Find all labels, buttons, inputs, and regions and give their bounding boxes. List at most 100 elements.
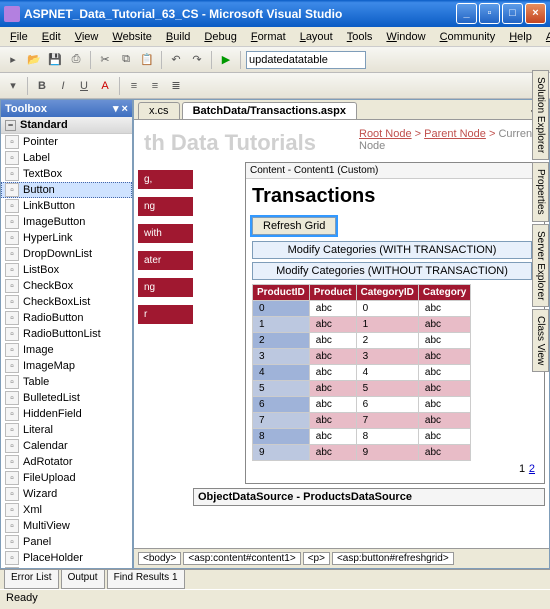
align-left-icon[interactable]: ≡ — [125, 77, 143, 95]
breadcrumb-root[interactable]: Root Node — [359, 128, 412, 140]
toolbox-item-fileupload[interactable]: ▫FileUpload — [1, 470, 132, 486]
toolbox-item-imagebutton[interactable]: ▫ImageButton — [1, 214, 132, 230]
save-all-icon[interactable]: ⎙ — [67, 51, 85, 69]
toolbox-item-imagemap[interactable]: ▫ImageMap — [1, 358, 132, 374]
toolbox-item-xml[interactable]: ▫Xml — [1, 502, 132, 518]
run-icon[interactable]: ▶ — [217, 51, 235, 69]
menu-edit[interactable]: Edit — [36, 29, 67, 45]
align-center-icon[interactable]: ≡ — [146, 77, 164, 95]
menu-window[interactable]: Window — [380, 29, 431, 45]
minimize-button[interactable]: _ — [456, 3, 477, 24]
menu-debug[interactable]: Debug — [198, 29, 242, 45]
maximize-button[interactable]: □ — [502, 3, 523, 24]
toolbox-item-wizard[interactable]: ▫Wizard — [1, 486, 132, 502]
refresh-grid-button[interactable]: Refresh Grid — [252, 217, 336, 235]
toolbox-item-calendar[interactable]: ▫Calendar — [1, 438, 132, 454]
undo-icon[interactable]: ↶ — [167, 51, 185, 69]
side-tab[interactable]: Server Explorer — [532, 224, 549, 307]
doc-tab[interactable]: x.cs — [138, 102, 180, 119]
open-icon[interactable]: 📂 — [25, 51, 43, 69]
toolbox-item-panel[interactable]: ▫Panel — [1, 534, 132, 550]
nav-item[interactable]: g, — [138, 170, 193, 189]
nav-item[interactable]: r — [138, 305, 193, 324]
tag-nav-item[interactable]: <body> — [138, 552, 181, 565]
list-icon[interactable]: ≣ — [167, 77, 185, 95]
toolbox-item-view[interactable]: ▫View — [1, 566, 132, 568]
forecolor-icon[interactable]: A — [96, 77, 114, 95]
toolbox-item-dropdownlist[interactable]: ▫DropDownList — [1, 246, 132, 262]
italic-icon[interactable]: I — [54, 77, 72, 95]
toolbox-item-table[interactable]: ▫Table — [1, 374, 132, 390]
restore-button[interactable]: ▫ — [479, 3, 500, 24]
tag-nav-item[interactable]: <asp:button#refreshgrid> — [332, 552, 454, 565]
side-tab[interactable]: Properties — [532, 162, 549, 222]
cut-icon[interactable]: ✂ — [96, 51, 114, 69]
table-row[interactable]: 7abc7abc — [253, 413, 471, 429]
table-row[interactable]: 1abc1abc — [253, 317, 471, 333]
table-row[interactable]: 4abc4abc — [253, 365, 471, 381]
close-button[interactable]: × — [525, 3, 546, 24]
menu-help[interactable]: Help — [503, 29, 538, 45]
column-header[interactable]: CategoryID — [356, 285, 418, 301]
breadcrumb-parent[interactable]: Parent Node — [424, 128, 486, 140]
menu-format[interactable]: Format — [245, 29, 292, 45]
menu-tools[interactable]: Tools — [341, 29, 379, 45]
modify-with-transaction-button[interactable]: Modify Categories (WITH TRANSACTION) — [252, 241, 532, 259]
table-row[interactable]: 5abc5abc — [253, 381, 471, 397]
tag-nav-item[interactable]: <asp:content#content1> — [183, 552, 300, 565]
nav-item[interactable]: ng — [138, 197, 193, 216]
underline-icon[interactable]: U — [75, 77, 93, 95]
toolbox-item-hyperlink[interactable]: ▫HyperLink — [1, 230, 132, 246]
pager-link[interactable]: 2 — [529, 463, 535, 475]
toolbox-item-checkboxlist[interactable]: ▫CheckBoxList — [1, 294, 132, 310]
dropdown-icon[interactable]: ▾ — [4, 77, 22, 95]
table-row[interactable]: 0abc0abc — [253, 301, 471, 317]
bottom-tab[interactable]: Find Results 1 — [107, 570, 185, 589]
table-row[interactable]: 8abc8abc — [253, 429, 471, 445]
toolbox-item-radiobuttonlist[interactable]: ▫RadioButtonList — [1, 326, 132, 342]
new-icon[interactable]: ▸ — [4, 51, 22, 69]
bold-icon[interactable]: B — [33, 77, 51, 95]
menu-build[interactable]: Build — [160, 29, 196, 45]
doc-tab-active[interactable]: BatchData/Transactions.aspx — [182, 102, 357, 119]
toolbox-item-literal[interactable]: ▫Literal — [1, 422, 132, 438]
toolbox-item-radiobutton[interactable]: ▫RadioButton — [1, 310, 132, 326]
menu-website[interactable]: Website — [106, 29, 158, 45]
toolbox-item-placeholder[interactable]: ▫PlaceHolder — [1, 550, 132, 566]
column-header[interactable]: Product — [309, 285, 356, 301]
tag-nav-item[interactable]: <p> — [303, 552, 330, 565]
bottom-tab[interactable]: Output — [61, 570, 105, 589]
toolbox-item-listbox[interactable]: ▫ListBox — [1, 262, 132, 278]
paste-icon[interactable]: 📋 — [138, 51, 156, 69]
toolbox-item-multiview[interactable]: ▫MultiView — [1, 518, 132, 534]
toolbox-item-label[interactable]: ▫Label — [1, 150, 132, 166]
menu-addins[interactable]: Addins — [540, 29, 550, 45]
menu-community[interactable]: Community — [434, 29, 502, 45]
toolbox-item-adrotator[interactable]: ▫AdRotator — [1, 454, 132, 470]
menu-layout[interactable]: Layout — [294, 29, 339, 45]
toolbox-item-pointer[interactable]: ▫Pointer — [1, 134, 132, 150]
menu-file[interactable]: File — [4, 29, 34, 45]
toolbox-category[interactable]: Standard — [1, 117, 132, 134]
design-surface[interactable]: th Data Tutorials Root Node > Parent Nod… — [134, 120, 549, 548]
toolbox-item-image[interactable]: ▫Image — [1, 342, 132, 358]
column-header[interactable]: ProductID — [253, 285, 310, 301]
side-tab[interactable]: Class View — [532, 309, 549, 372]
toolbox-item-hiddenfield[interactable]: ▫HiddenField — [1, 406, 132, 422]
save-icon[interactable]: 💾 — [46, 51, 64, 69]
gridview[interactable]: ProductIDProductCategoryIDCategory 0abc0… — [252, 284, 471, 461]
table-row[interactable]: 6abc6abc — [253, 397, 471, 413]
find-input[interactable] — [246, 51, 366, 69]
nav-item[interactable]: with — [138, 224, 193, 243]
table-row[interactable]: 9abc9abc — [253, 445, 471, 461]
toolbox-item-linkbutton[interactable]: ▫LinkButton — [1, 198, 132, 214]
toolbox-header[interactable]: Toolbox ▾ × — [1, 100, 132, 117]
menu-view[interactable]: View — [69, 29, 105, 45]
bottom-tab[interactable]: Error List — [4, 570, 59, 589]
redo-icon[interactable]: ↷ — [188, 51, 206, 69]
modify-without-transaction-button[interactable]: Modify Categories (WITHOUT TRANSACTION) — [252, 262, 532, 280]
table-row[interactable]: 2abc2abc — [253, 333, 471, 349]
table-row[interactable]: 3abc3abc — [253, 349, 471, 365]
toolbox-item-textbox[interactable]: ▫TextBox — [1, 166, 132, 182]
toolbox-item-checkbox[interactable]: ▫CheckBox — [1, 278, 132, 294]
